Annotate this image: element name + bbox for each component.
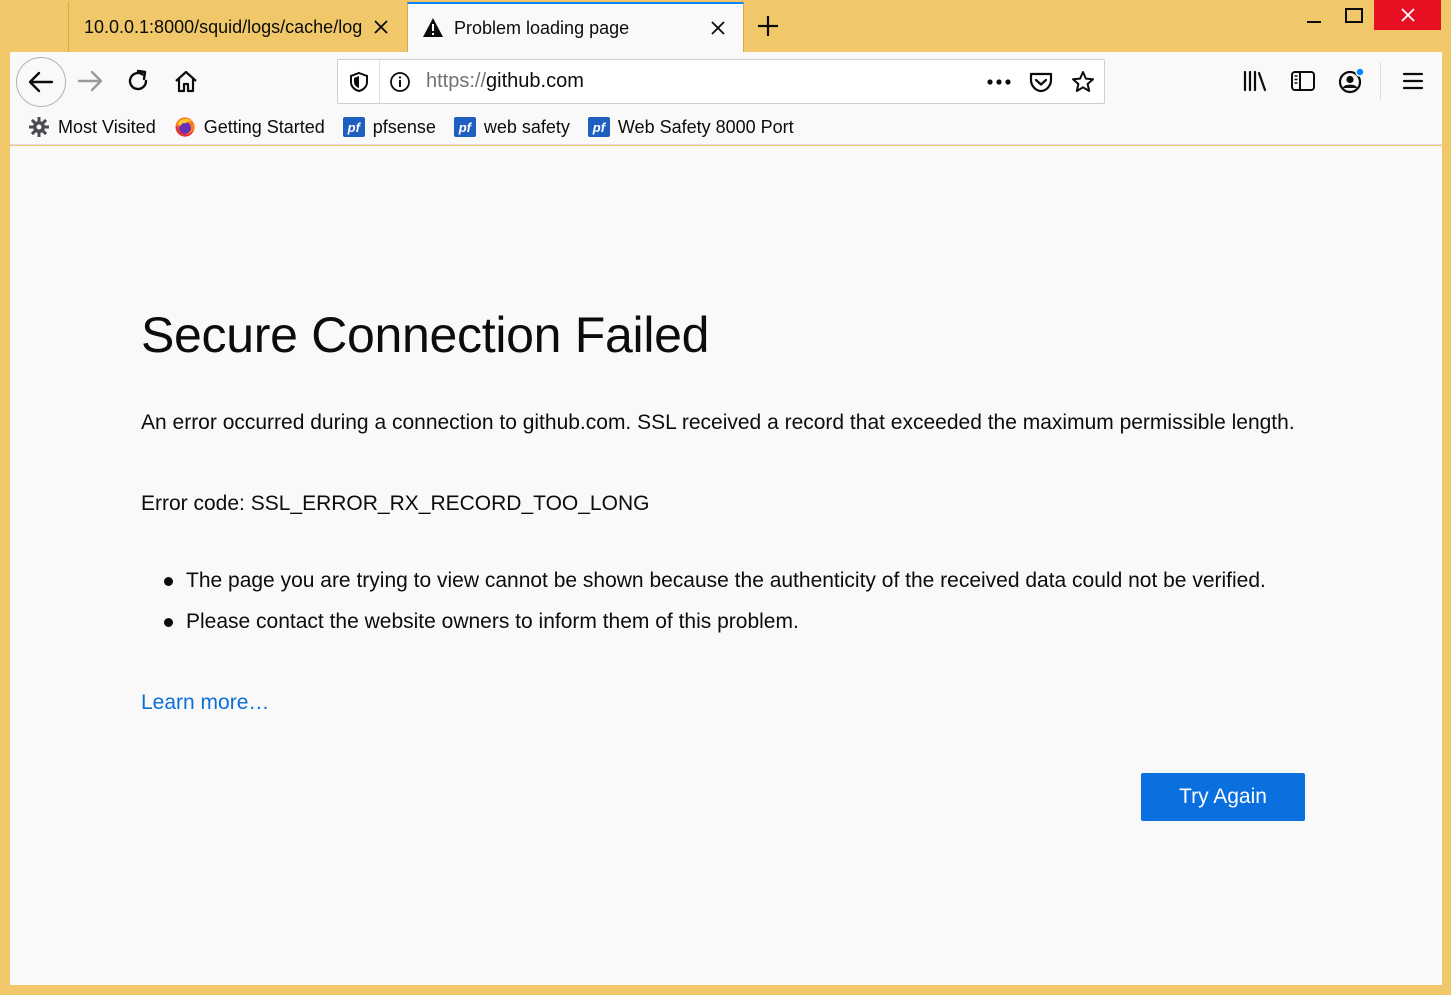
gear-icon — [28, 116, 50, 138]
star-icon — [1072, 70, 1094, 92]
list-item: The page you are trying to view cannot b… — [162, 566, 1292, 596]
bookmark-label: web safety — [483, 116, 570, 137]
bookmark-label: Most Visited — [58, 116, 156, 137]
pocket-icon — [1029, 72, 1053, 92]
try-again-button[interactable]: Try Again — [1141, 773, 1305, 821]
hamburger-menu-icon — [1402, 72, 1424, 90]
bookmark-pfsense[interactable]: pf pfsense — [342, 116, 436, 138]
firefox-icon — [174, 116, 196, 138]
url-host: github.com — [486, 70, 584, 92]
tracking-protection-shield-icon[interactable] — [338, 60, 380, 103]
page-title: Secure Connection Failed — [141, 307, 710, 363]
bookmark-most-visited[interactable]: Most Visited — [28, 116, 156, 138]
toolbar-separator — [1380, 62, 1381, 100]
close-tab-icon[interactable] — [705, 15, 731, 41]
pfsense-icon: pf — [587, 116, 610, 138]
bookmark-star-button[interactable] — [1062, 60, 1104, 103]
bookmark-web-safety[interactable]: pf web safety — [453, 116, 570, 138]
reload-icon — [128, 69, 148, 91]
bookmark-getting-started[interactable]: Getting Started — [174, 116, 325, 138]
bookmark-label: Web Safety 8000 Port — [617, 116, 794, 137]
maximize-icon — [1345, 8, 1363, 23]
library-button[interactable] — [1232, 58, 1278, 104]
learn-more-link[interactable]: Learn more… — [141, 691, 269, 715]
tab-strip: 10.0.0.1:8000/squid/logs/cache/log Probl… — [0, 0, 1451, 52]
error-code: Error code: SSL_ERROR_RX_RECORD_TOO_LONG — [141, 492, 650, 515]
url-scheme: https:// — [426, 70, 487, 92]
pfsense-icon: pf — [453, 116, 476, 138]
error-details-list: The page you are trying to view cannot b… — [162, 566, 1292, 648]
close-tab-icon[interactable] — [368, 14, 394, 40]
warning-icon — [422, 17, 444, 39]
reload-button[interactable] — [115, 58, 161, 104]
url-text[interactable]: https://github.com — [420, 70, 978, 93]
new-tab-button[interactable] — [752, 10, 784, 42]
arrow-right-icon — [77, 70, 103, 92]
library-icon — [1243, 70, 1267, 92]
more-dots-icon — [987, 78, 1011, 85]
tab-title: 10.0.0.1:8000/squid/logs/cache/log — [84, 16, 363, 37]
home-icon — [175, 70, 197, 93]
bookmark-web-safety-8000-port[interactable]: pf Web Safety 8000 Port — [587, 116, 794, 138]
pocket-button[interactable] — [1020, 60, 1062, 103]
url-bar[interactable]: https://github.com — [337, 59, 1105, 104]
error-page: Secure Connection Failed An error occurr… — [10, 146, 1442, 985]
minimize-icon — [1307, 21, 1321, 23]
bookmarks-toolbar: Most Visited Getting Started pf pfsense … — [10, 110, 1442, 145]
navigation-toolbar: https://github.com — [10, 52, 1442, 110]
error-description: An error occurred during a connection to… — [141, 411, 1295, 434]
forward-button[interactable] — [67, 58, 113, 104]
pfsense-icon: pf — [342, 116, 365, 138]
close-icon — [1400, 8, 1415, 22]
back-button[interactable] — [16, 57, 66, 107]
tab-squid-log[interactable]: 10.0.0.1:8000/squid/logs/cache/log — [68, 2, 406, 52]
account-icon — [1338, 67, 1365, 94]
tab-problem-loading[interactable]: Problem loading page — [407, 2, 744, 52]
account-button[interactable] — [1328, 58, 1374, 104]
window-close-button[interactable] — [1374, 0, 1441, 30]
sidebar-icon — [1291, 71, 1315, 91]
home-button[interactable] — [163, 58, 209, 104]
tab-title: Problem loading page — [454, 17, 630, 38]
site-info-icon[interactable] — [380, 71, 420, 93]
plus-icon — [758, 16, 778, 36]
bookmark-label: pfsense — [372, 116, 436, 137]
main-menu-button[interactable] — [1390, 58, 1436, 104]
page-actions-button[interactable] — [978, 60, 1020, 103]
bookmark-label: Getting Started — [203, 116, 325, 137]
arrow-left-icon — [28, 71, 54, 93]
maximize-button[interactable] — [1331, 0, 1377, 32]
sidebar-toggle-button[interactable] — [1280, 58, 1326, 104]
list-item: Please contact the website owners to inf… — [162, 607, 1292, 637]
